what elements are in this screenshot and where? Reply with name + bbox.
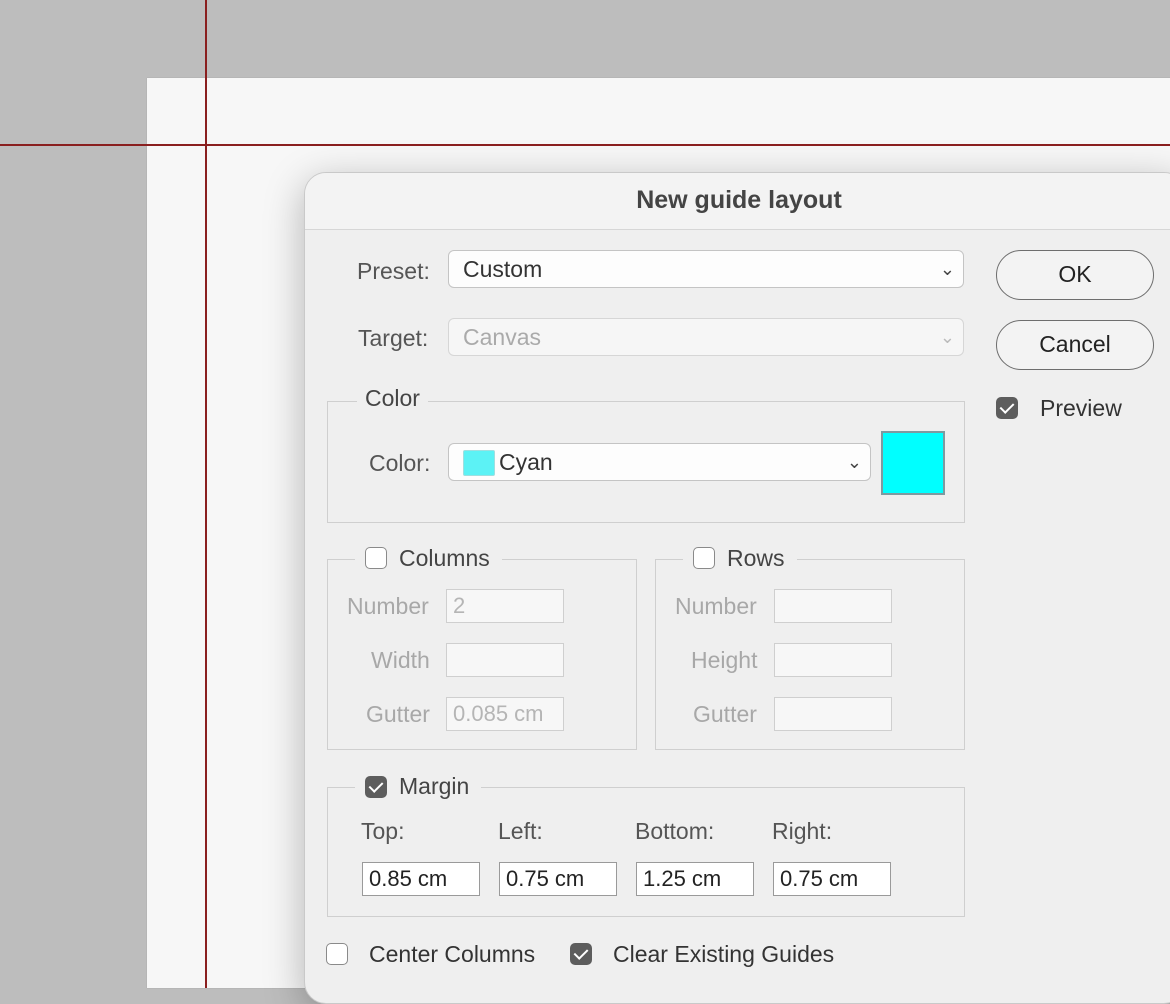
horizontal-guide[interactable]	[0, 144, 1170, 146]
columns-width-label: Width	[371, 647, 430, 673]
preview-label: Preview	[1040, 395, 1122, 421]
clear-existing-guides-label: Clear Existing Guides	[613, 941, 835, 967]
rows-legend: Rows	[727, 545, 785, 571]
target-value: Canvas	[463, 324, 541, 350]
margin-bottom-field[interactable]: 1.25 cm	[636, 862, 754, 896]
margin-left-field[interactable]: 0.75 cm	[499, 862, 617, 896]
color-group-legend: Color	[357, 385, 428, 412]
chevron-down-icon: ⌄	[939, 327, 955, 347]
target-select[interactable]: Canvas ⌄	[448, 318, 964, 356]
new-guide-layout-dialog: New guide layout Preset: Custom ⌄ Target…	[304, 172, 1170, 1004]
preset-select[interactable]: Custom ⌄	[448, 250, 964, 288]
columns-width-field[interactable]	[446, 643, 564, 677]
rows-gutter-label: Gutter	[693, 701, 757, 727]
rows-checkbox[interactable]	[693, 547, 715, 569]
columns-number-field[interactable]: 2	[446, 589, 564, 623]
color-label: Color:	[369, 450, 431, 476]
target-label: Target:	[358, 325, 429, 351]
preset-label: Preset:	[357, 258, 430, 284]
clear-existing-guides-checkbox[interactable]	[570, 943, 592, 965]
dialog-title: New guide layout	[305, 173, 1170, 230]
preview-checkbox[interactable]	[996, 397, 1018, 419]
margin-right-label: Right:	[772, 818, 833, 844]
margin-checkbox[interactable]	[365, 776, 387, 798]
chevron-down-icon: ⌄	[846, 452, 862, 472]
chevron-down-icon: ⌄	[939, 259, 955, 279]
columns-checkbox[interactable]	[365, 547, 387, 569]
rows-gutter-field[interactable]	[774, 697, 892, 731]
color-value: Cyan	[499, 449, 553, 475]
margin-bottom-label: Bottom:	[635, 818, 715, 844]
columns-gutter-label: Gutter	[366, 701, 430, 727]
rows-number-label: Number	[675, 593, 757, 619]
ok-button[interactable]: OK	[996, 250, 1154, 300]
rows-number-field[interactable]	[774, 589, 892, 623]
color-swatch-button[interactable]	[881, 431, 945, 495]
margin-left-label: Left:	[498, 818, 543, 844]
rows-height-label: Height	[691, 647, 758, 673]
columns-gutter-field[interactable]: 0.085 cm	[446, 697, 564, 731]
cyan-swatch-icon	[463, 450, 495, 476]
margin-right-field[interactable]: 0.75 cm	[773, 862, 891, 896]
columns-number-label: Number	[347, 593, 429, 619]
vertical-guide[interactable]	[205, 0, 207, 988]
preset-value: Custom	[463, 256, 543, 282]
center-columns-label: Center Columns	[369, 941, 536, 967]
margin-top-field[interactable]: 0.85 cm	[362, 862, 480, 896]
margin-legend: Margin	[399, 773, 470, 799]
center-columns-checkbox[interactable]	[326, 943, 348, 965]
color-select[interactable]: Cyan ⌄	[448, 443, 871, 481]
rows-height-field[interactable]	[774, 643, 892, 677]
cancel-button[interactable]: Cancel	[996, 320, 1154, 370]
columns-legend: Columns	[399, 545, 490, 571]
margin-group	[327, 787, 965, 917]
margin-top-label: Top:	[361, 818, 405, 844]
